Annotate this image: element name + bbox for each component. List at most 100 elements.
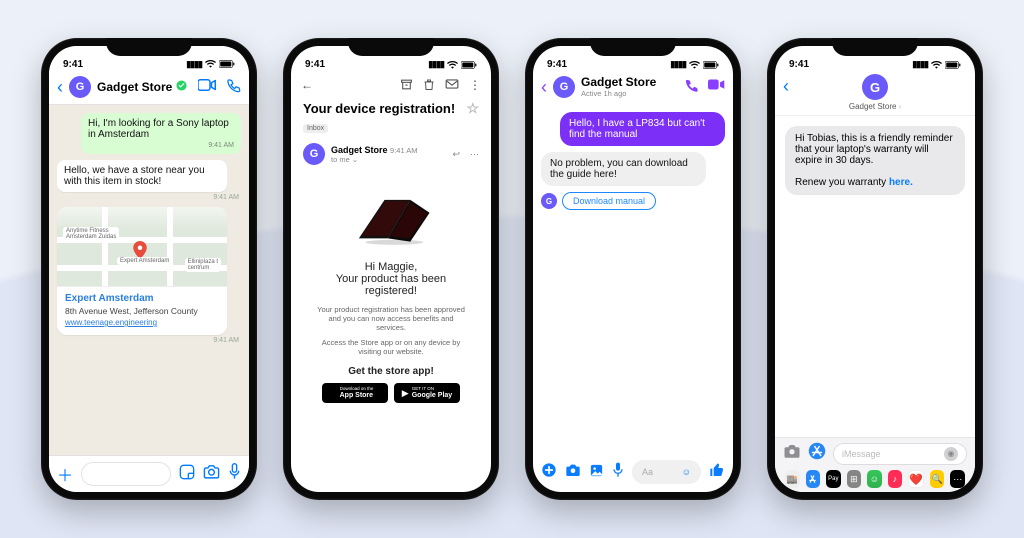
notch [348,38,434,56]
dock-applepay-icon[interactable]: Pay [826,470,841,488]
mail-from-row[interactable]: G Gadget Store 9:41 AM to me ⌄ ↩ ⋯ [291,137,491,173]
status-time: 9:41 [63,59,83,70]
message-input[interactable]: iMessage ◉ [833,443,967,465]
appstore-icon[interactable] [808,442,826,465]
videocall-icon[interactable] [708,78,725,96]
avatar[interactable]: G [69,76,91,98]
map-preview: Anytime FitnessAmsterdam Zuidas Ellinipl… [57,207,227,287]
dock-digital-touch-icon[interactable]: ❤️ [908,470,924,488]
chat-body: Hi Tobias, this is a friendly reminder t… [775,116,975,437]
camera-icon[interactable] [203,464,220,484]
notch [832,38,918,56]
message-input[interactable]: Aa ☺ [632,460,701,484]
composer: iMessage ◉ 🏬 Pay ⊞ ☺ ♪ ❤️ 🔍 ⋯ [775,437,975,492]
mail-icon[interactable] [445,78,459,94]
trash-icon[interactable] [423,78,435,94]
status-icons: ▮▮▮▮ [186,59,235,70]
chat-title[interactable]: Gadget Store [97,80,192,94]
more-icon[interactable]: ⋮ [469,78,481,94]
status-time: 9:41 [789,59,809,70]
dock-memoji-icon[interactable]: ☺ [867,470,882,488]
message-input[interactable] [81,462,171,486]
dock-music-icon[interactable]: ♪ [888,470,903,488]
composer: Aa ☺ [533,454,733,492]
emoji-icon[interactable]: ☺ [682,467,691,477]
message-in[interactable]: Hello, we have a store near you with thi… [57,160,227,192]
mail-headline: Your product has been registered! [315,273,467,297]
like-icon[interactable] [709,462,725,482]
more-icon[interactable]: ⋯ [470,149,479,160]
appstore-badge[interactable]: Download on theApp Store [322,383,388,403]
chat-title[interactable]: Gadget Store Active 1h ago [581,76,656,98]
phone-whatsapp: 9:41 ▮▮▮▮ ‹ G Gadget Store [41,38,257,500]
call-icon[interactable] [226,78,241,97]
back-icon[interactable]: ← [301,78,313,94]
location-card[interactable]: Anytime FitnessAmsterdam Zuidas Ellinipl… [57,207,227,335]
phone-row: 9:41 ▮▮▮▮ ‹ G Gadget Store [0,0,1024,500]
chat-body: Hi, I'm looking for a Sony laptop in Ams… [49,105,249,455]
inbox-badge[interactable]: Inbox [303,124,328,133]
back-icon[interactable]: ‹ [783,76,789,97]
mail-paragraph: Your product registration has been appro… [315,305,467,332]
plus-icon[interactable]: ＋ [57,462,73,486]
call-icon[interactable] [684,78,699,96]
reply-icon[interactable]: ↩ [452,149,460,160]
back-icon[interactable]: ‹ [57,77,63,98]
dock-photos-icon[interactable]: ⊞ [847,470,862,488]
dock-images-icon[interactable]: 🔍 [930,470,945,488]
phone-gmail: 9:41 ▮▮▮▮ ← ⋮ Your device registration! … [283,38,499,500]
camera-icon[interactable] [783,443,801,464]
phone-imessage: 9:41 ▮▮▮▮ ‹ G Gadget Store› Hi Tobias, t… [767,38,983,500]
googleplay-badge[interactable]: ▶ GET IT ONGoogle Play [394,383,460,403]
timestamp: 9:41 AM [213,194,239,201]
mic-icon[interactable] [612,462,624,482]
avatar[interactable]: G [553,76,575,98]
signal-icon: ▮▮▮▮ [186,59,202,70]
avatar: G [303,143,325,165]
chevron-down-icon[interactable]: ⌄ [352,155,358,164]
mail-toolbar: ← ⋮ [291,72,491,96]
message-in[interactable]: No problem, you can download the guide h… [541,152,706,186]
location-link[interactable]: www.teenage.engineering [65,318,219,327]
mic-icon[interactable] [228,463,241,485]
dock-appstore-icon[interactable] [806,470,821,488]
product-image [315,177,467,255]
location-address: 8th Avenue West, Jefferson County [65,306,219,316]
mail-subject: Your device registration! [303,101,455,116]
avatar[interactable]: G [862,74,888,100]
location-name: Expert Amsterdam [65,293,219,304]
camera-icon[interactable] [565,463,581,481]
videocall-icon[interactable] [198,78,216,97]
chat-header: ‹ G Gadget Store [49,72,249,105]
gallery-icon[interactable] [589,463,604,482]
message-out[interactable]: Hello, I have a LP834 but can't find the… [560,112,725,146]
mail-paragraph: Access the Store app or on any device by… [315,338,467,356]
chat-header: ‹ G Gadget Store Active 1h ago [533,72,733,104]
status-time: 9:41 [305,59,325,70]
dock-more-icon[interactable]: ⋯ [950,470,965,488]
renew-link[interactable]: here. [889,177,913,188]
notch [590,38,676,56]
wifi-icon [205,59,216,70]
archive-icon[interactable] [400,78,413,94]
message-out[interactable]: Hi, I'm looking for a Sony laptop in Ams… [81,113,241,154]
avatar: G [541,193,557,209]
chat-body: Hello, I have a LP834 but can't find the… [533,104,733,454]
back-icon[interactable]: ‹ [541,77,547,98]
apps-icon[interactable] [541,462,557,482]
chat-title[interactable]: Gadget Store› [849,102,901,111]
status-time: 9:41 [547,59,567,70]
audio-icon[interactable]: ◉ [944,447,958,461]
dock-store-icon[interactable]: 🏬 [785,470,800,488]
sticker-icon[interactable] [179,464,195,485]
composer: ＋ [49,455,249,492]
app-dock: 🏬 Pay ⊞ ☺ ♪ ❤️ 🔍 ⋯ [783,470,967,488]
timestamp: 9:41 AM [213,337,239,344]
chat-header: ‹ G Gadget Store› [775,72,975,116]
star-icon[interactable]: ☆ [466,100,479,117]
mail-greeting: Hi Maggie, [315,261,467,273]
mail-subject-row: Your device registration! ☆ Inbox [291,96,491,137]
message-in[interactable]: Hi Tobias, this is a friendly reminder t… [785,126,965,195]
mail-cta: Get the store app! [315,366,467,377]
download-chip[interactable]: Download manual [562,192,656,210]
